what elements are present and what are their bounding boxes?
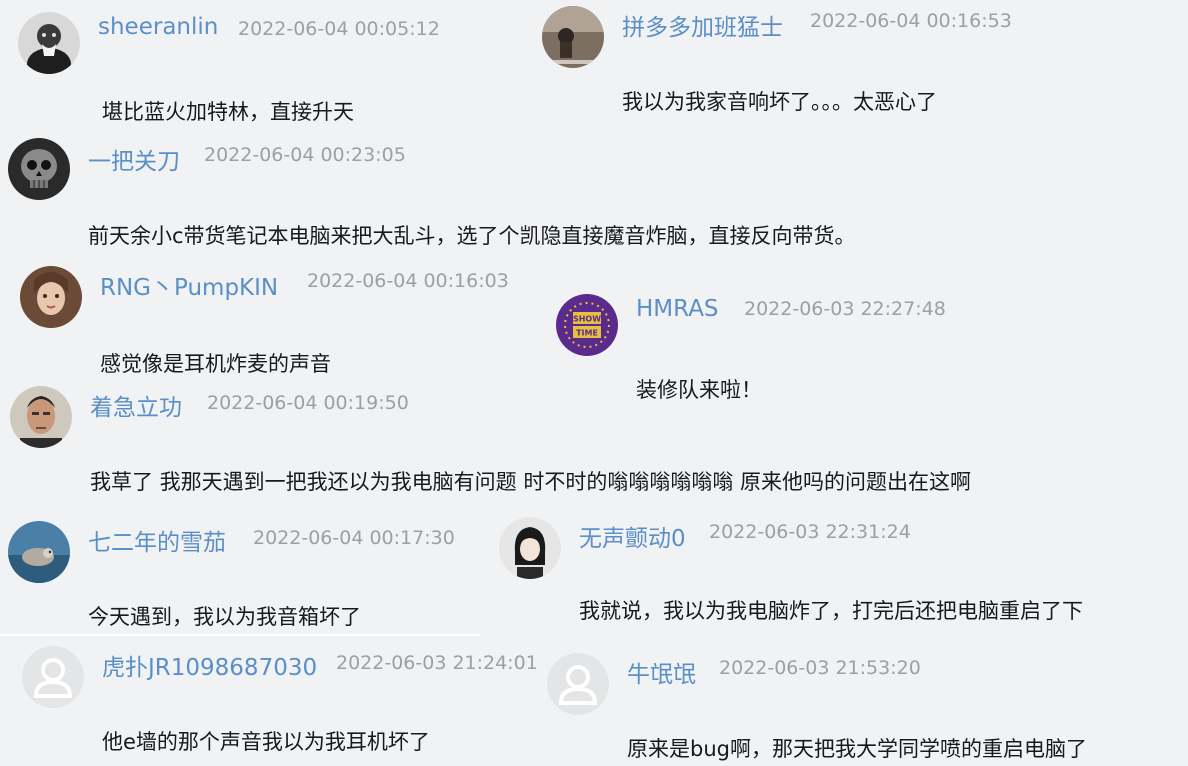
avatar-image-icon [499,517,561,579]
user-avatar[interactable] [499,517,561,579]
comment-username[interactable]: 七二年的雪茄 [88,523,226,557]
comment-username[interactable]: 着急立功 [90,388,182,422]
comment-timestamp: 2022-06-04 00:19:50 [207,392,409,414]
comment-text: 他e墙的那个声音我以为我耳机坏了 [102,730,430,754]
comment-text: 我就说，我以为我电脑炸了，打完后还把电脑重启了下 [579,599,1083,623]
comment-text: 今天遇到，我以为我音箱坏了 [88,605,361,629]
comment-username[interactable]: 拼多多加班猛士 [622,8,783,42]
default-avatar[interactable] [22,646,84,708]
avatar-image-icon: SHOW TIME [556,294,618,356]
user-avatar[interactable] [10,386,72,448]
comment-timestamp: 2022-06-03 22:31:24 [709,521,911,543]
avatar-image-icon [10,386,72,448]
comment-timestamp: 2022-06-04 00:23:05 [204,144,406,166]
avatar-image-icon [18,12,80,74]
default-user-icon [22,646,84,708]
comment-text: 堪比蓝火加特林，直接升天 [102,100,354,124]
comment-username[interactable]: 一把关刀 [88,142,180,176]
comment-timestamp: 2022-06-04 00:17:30 [253,527,455,549]
comment-text: 装修队来啦！ [636,378,762,402]
comment-timestamp: 2022-06-03 21:24:01 [336,652,538,674]
user-avatar[interactable] [542,6,604,68]
svg-text:SHOW: SHOW [573,315,601,324]
avatar-image-icon [542,6,604,68]
comment-username[interactable]: sheeranlin [98,14,218,40]
comment-timestamp: 2022-06-04 00:05:12 [238,18,440,40]
comment-timestamp: 2022-06-04 00:16:53 [810,10,1012,32]
comment-username[interactable]: 虎扑JR1098687030 [102,648,317,682]
comment-username[interactable]: RNG丶PumpKIN [100,268,278,302]
section-divider [0,634,480,636]
comment-username[interactable]: HMRAS [636,296,719,322]
comment-timestamp: 2022-06-03 21:53:20 [719,657,921,679]
user-avatar[interactable] [18,12,80,74]
user-avatar[interactable]: SHOW TIME [556,294,618,356]
avatar-image-icon [20,266,82,328]
default-user-icon [547,653,609,715]
comment-text: 原来是bug啊，那天把我大学同学喷的重启电脑了 [627,737,1087,761]
user-avatar[interactable] [8,521,70,583]
comment-text: 前天余小c带货笔记本电脑来把大乱斗，选了个凯隐直接魔音炸脑，直接反向带货。 [88,224,856,248]
comment-text: 我以为我家音响坏了。。。太恶心了 [622,90,937,114]
user-avatar[interactable] [8,138,70,200]
skull-icon [8,138,70,200]
svg-text:TIME: TIME [576,329,598,338]
comment-username[interactable]: 牛氓氓 [627,655,696,689]
comment-text: 感觉像是耳机炸麦的声音 [100,352,331,376]
user-avatar[interactable] [20,266,82,328]
comment-username[interactable]: 无声颤动0 [579,519,686,553]
default-avatar[interactable] [547,653,609,715]
comment-timestamp: 2022-06-03 22:27:48 [744,298,946,320]
comment-text: 我草了 我那天遇到一把我还以为我电脑有问题 时不时的嗡嗡嗡嗡嗡嗡 原来他吗的问题… [90,470,972,494]
avatar-image-icon [8,521,70,583]
comment-timestamp: 2022-06-04 00:16:03 [307,270,509,292]
